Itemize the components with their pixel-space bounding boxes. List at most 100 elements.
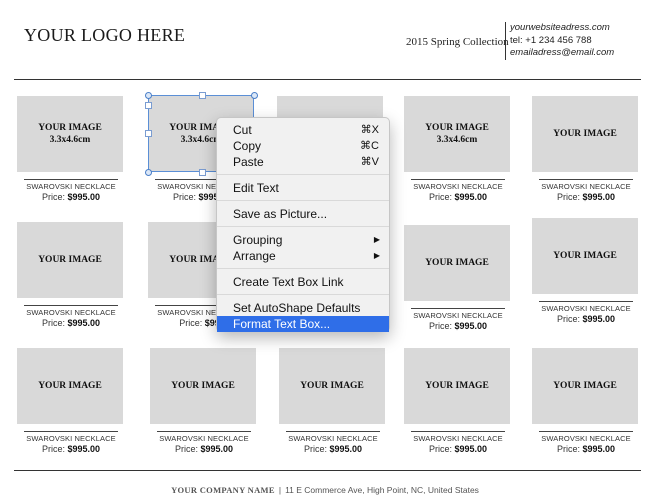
document-page: YOUR LOGO HERE 2015 Spring Collection yo… xyxy=(0,0,650,499)
product-card: YOUR IMAGE SWAROVSKI NECKLACE Price: $99… xyxy=(17,222,125,328)
menu-item-copy[interactable]: Copy ⌘C xyxy=(217,138,389,154)
image-label: YOUR IMAGE xyxy=(38,381,102,391)
image-placeholder[interactable]: YOUR IMAGE xyxy=(279,348,385,424)
image-placeholder[interactable]: YOUR IMAGE xyxy=(532,218,638,294)
product-price[interactable]: Price: $995.00 xyxy=(532,192,640,202)
submenu-arrow-icon: ▶ xyxy=(373,235,380,244)
contact-block[interactable]: yourwebsiteadress.com tel: +1 234 456 78… xyxy=(510,22,614,60)
caption-rule xyxy=(411,179,505,180)
image-placeholder[interactable]: YOUR IMAGE xyxy=(532,348,638,424)
price-value: $995.00 xyxy=(454,192,488,202)
product-price[interactable]: Price: $995.00 xyxy=(150,444,258,454)
menu-item-format-text-box[interactable]: Format Text Box... xyxy=(217,316,389,332)
image-placeholder[interactable]: YOUR IMAGE xyxy=(404,225,510,301)
price-prefix: Price: xyxy=(174,444,198,454)
price-value: $995.00 xyxy=(454,321,488,331)
footer-rule xyxy=(14,470,641,471)
image-label: YOUR IMAGE xyxy=(38,123,102,133)
menu-item-edit-text[interactable]: Edit Text xyxy=(217,180,389,196)
menu-item-create-text-box-link[interactable]: Create Text Box Link xyxy=(217,274,389,290)
caption-rule xyxy=(24,305,118,306)
image-label: YOUR IMAGE xyxy=(425,258,489,268)
footer-address: 11 E Commerce Ave, High Point, NC, Unite… xyxy=(285,485,479,495)
footer-separator: | xyxy=(278,485,282,495)
product-price[interactable]: Price: $995.00 xyxy=(404,321,512,331)
resize-handle-top[interactable] xyxy=(199,92,206,99)
product-price[interactable]: Price: $995.00 xyxy=(532,314,640,324)
image-placeholder[interactable]: YOUR IMAGE xyxy=(17,348,123,424)
product-card: YOUR IMAGE SWAROVSKI NECKLACE Price: $99… xyxy=(404,225,512,331)
product-price[interactable]: Price: $995.00 xyxy=(532,444,640,454)
price-prefix: Price: xyxy=(41,192,65,202)
product-price[interactable]: Price: $995.00 xyxy=(17,444,125,454)
product-name[interactable]: SWAROVSKI NECKLACE xyxy=(17,434,125,443)
product-card: YOUR IMAGE SWAROVSKI NECKLACE Price: $99… xyxy=(150,348,258,454)
product-name[interactable]: SWAROVSKI NECKLACE xyxy=(404,182,512,191)
product-name[interactable]: SWAROVSKI NECKLACE xyxy=(404,311,512,320)
contact-email: emailadress@email.com xyxy=(510,47,615,58)
resize-handle-left[interactable] xyxy=(145,130,152,137)
resize-handle-top-left[interactable] xyxy=(145,92,152,99)
product-price[interactable]: Price: $995.00 xyxy=(279,444,387,454)
product-price[interactable]: Price: $995.00 xyxy=(404,192,512,202)
image-placeholder[interactable]: YOUR IMAGE xyxy=(17,222,123,298)
price-value: $995.00 xyxy=(200,444,234,454)
menu-item-label: Save as Picture... xyxy=(233,207,328,221)
price-value: $995.00 xyxy=(582,314,616,324)
menu-separator xyxy=(217,174,389,175)
menu-shortcut: ⌘V xyxy=(360,156,379,168)
image-placeholder[interactable]: YOUR IMAGE 3.3x4.6cm xyxy=(404,96,510,172)
product-price[interactable]: Price: $995.00 xyxy=(17,318,125,328)
product-name[interactable]: SWAROVSKI NECKLACE xyxy=(17,182,125,191)
rotate-handle[interactable] xyxy=(145,102,152,109)
product-price[interactable]: Price: $995.00 xyxy=(404,444,512,454)
product-name[interactable]: SWAROVSKI NECKLACE xyxy=(532,182,640,191)
product-name[interactable]: SWAROVSKI NECKLACE xyxy=(279,434,387,443)
menu-item-arrange[interactable]: Arrange ▶ xyxy=(217,248,389,264)
image-placeholder[interactable]: YOUR IMAGE xyxy=(150,348,256,424)
product-card: YOUR IMAGE SWAROVSKI NECKLACE Price: $99… xyxy=(532,348,640,454)
footer-company: YOUR COMPANY NAME xyxy=(171,485,275,495)
product-price[interactable]: Price: $995.00 xyxy=(17,192,125,202)
price-prefix: Price: xyxy=(41,318,65,328)
caption-rule xyxy=(24,431,118,432)
image-size: 3.3x4.6cm xyxy=(436,135,478,145)
collection-title[interactable]: 2015 Spring Collection xyxy=(406,36,509,48)
menu-separator xyxy=(217,200,389,201)
price-prefix: Price: xyxy=(428,321,452,331)
product-card: YOUR IMAGE 3.3x4.6cm SWAROVSKI NECKLACE … xyxy=(404,96,512,202)
menu-shortcut: ⌘X xyxy=(360,124,379,136)
menu-item-label: Grouping xyxy=(233,233,283,247)
image-placeholder[interactable]: YOUR IMAGE 3.3x4.6cm xyxy=(17,96,123,172)
product-name[interactable]: SWAROVSKI NECKLACE xyxy=(150,434,258,443)
resize-handle-bottom-left[interactable] xyxy=(145,169,152,176)
image-label: YOUR IMAGE xyxy=(553,251,617,261)
logo-placeholder[interactable]: YOUR LOGO HERE xyxy=(24,25,185,46)
footer[interactable]: YOUR COMPANY NAME | 11 E Commerce Ave, Hig… xyxy=(0,485,650,495)
menu-item-grouping[interactable]: Grouping ▶ xyxy=(217,232,389,248)
menu-item-label: Create Text Box Link xyxy=(233,275,344,289)
price-prefix: Price: xyxy=(179,318,203,328)
price-prefix: Price: xyxy=(41,444,65,454)
product-name[interactable]: SWAROVSKI NECKLACE xyxy=(532,434,640,443)
price-value: $995.00 xyxy=(329,444,363,454)
image-placeholder[interactable]: YOUR IMAGE xyxy=(404,348,510,424)
caption-rule xyxy=(539,179,633,180)
menu-item-cut[interactable]: Cut ⌘X xyxy=(217,122,389,138)
product-name[interactable]: SWAROVSKI NECKLACE xyxy=(17,308,125,317)
resize-handle-bottom[interactable] xyxy=(199,169,206,176)
price-value: $995.00 xyxy=(582,192,616,202)
menu-separator xyxy=(217,294,389,295)
price-prefix: Price: xyxy=(556,444,580,454)
resize-handle-top-right[interactable] xyxy=(251,92,258,99)
menu-item-save-as-picture[interactable]: Save as Picture... xyxy=(217,206,389,222)
menu-item-label: Paste xyxy=(233,155,264,169)
caption-rule xyxy=(286,431,380,432)
menu-item-set-autoshape-defaults[interactable]: Set AutoShape Defaults xyxy=(217,300,389,316)
price-value: $995.00 xyxy=(67,192,101,202)
image-placeholder[interactable]: YOUR IMAGE xyxy=(532,96,638,172)
product-name[interactable]: SWAROVSKI NECKLACE xyxy=(404,434,512,443)
menu-item-paste[interactable]: Paste ⌘V xyxy=(217,154,389,170)
price-prefix: Price: xyxy=(428,192,452,202)
product-name[interactable]: SWAROVSKI NECKLACE xyxy=(532,304,640,313)
